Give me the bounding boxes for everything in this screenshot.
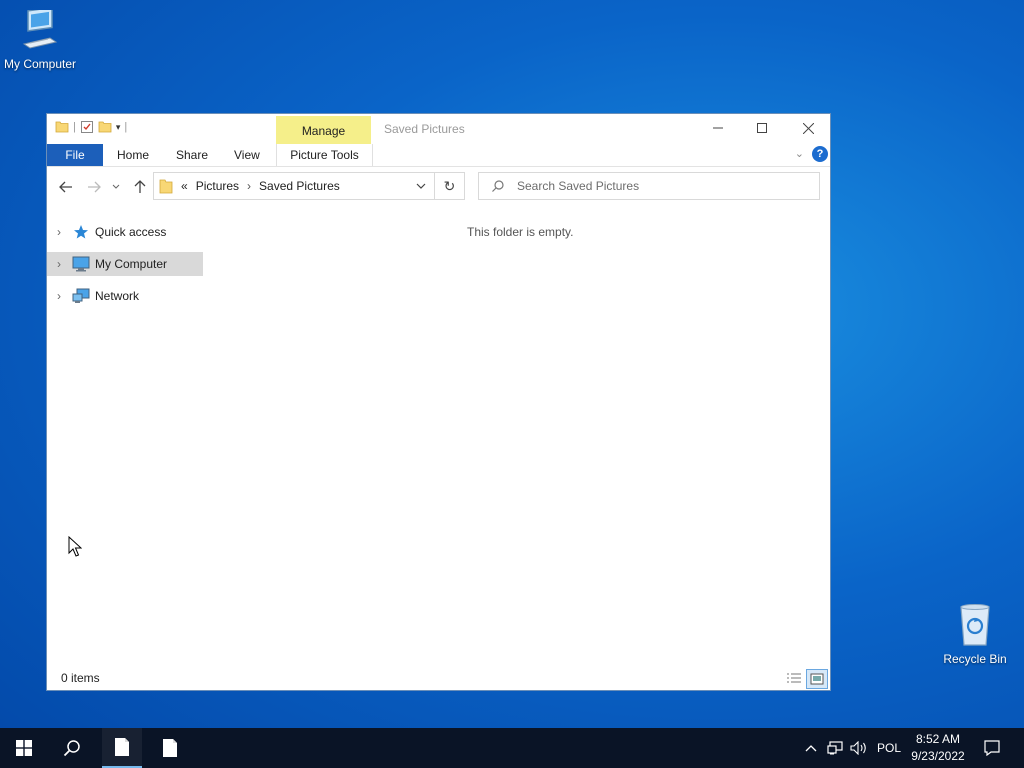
ribbon-tabs: File Home Share View Picture Tools ⌄ ?: [47, 144, 830, 167]
action-center-button[interactable]: [978, 728, 1006, 768]
network-wired-icon: [827, 741, 843, 755]
address-dropdown-icon[interactable]: [416, 179, 426, 193]
clock[interactable]: 8:52 AM 9/23/2022: [906, 731, 970, 765]
mouse-cursor-icon: [68, 536, 82, 557]
taskbar: POL 8:52 AM 9/23/2022: [0, 728, 1024, 768]
nav-item-label: Quick access: [95, 225, 167, 239]
close-icon: [802, 122, 814, 134]
computer-icon: [22, 6, 58, 49]
nav-item-quick-access[interactable]: › Quick access: [47, 220, 207, 244]
network-icon: [71, 287, 91, 305]
folder-icon[interactable]: [55, 120, 69, 134]
details-view-button[interactable]: [784, 669, 804, 687]
close-button[interactable]: [785, 114, 831, 142]
tab-share[interactable]: Share: [176, 144, 208, 166]
navigation-bar: « Pictures › Saved Pictures ↻: [47, 172, 830, 204]
refresh-icon: ↻: [443, 177, 456, 194]
recent-locations-button[interactable]: [109, 172, 123, 202]
desktop-icon-label: Recycle Bin: [943, 652, 1007, 666]
quick-access-toolbar: | ▾ |: [55, 120, 127, 134]
tab-view[interactable]: View: [234, 144, 260, 166]
help-icon[interactable]: ?: [812, 146, 828, 162]
new-folder-icon[interactable]: [98, 120, 112, 134]
recycle-bin-icon: [960, 604, 990, 646]
address-bar[interactable]: « Pictures › Saved Pictures: [153, 172, 435, 200]
empty-folder-message: This folder is empty.: [467, 225, 574, 239]
refresh-button[interactable]: ↻: [435, 172, 465, 200]
nav-item-label: Network: [95, 289, 140, 303]
maximize-icon: [757, 123, 767, 133]
document-icon: [163, 739, 177, 757]
taskbar-app-explorer[interactable]: [102, 728, 142, 768]
chevron-up-icon: [805, 745, 817, 752]
title-bar: | ▾ | Manage Saved Pictures: [47, 114, 830, 144]
large-icons-view-icon: [810, 673, 824, 685]
expand-ribbon-icon[interactable]: ⌄: [795, 147, 804, 160]
input-language-indicator[interactable]: POL: [872, 728, 906, 768]
properties-icon[interactable]: [80, 120, 94, 134]
clock-time: 8:52 AM: [915, 732, 961, 746]
nav-item-my-computer[interactable]: › My Computer: [47, 252, 203, 276]
notification-icon: [984, 740, 1000, 756]
desktop-icon-my-computer[interactable]: My Computer: [0, 6, 80, 71]
maximize-button[interactable]: [739, 114, 785, 142]
forward-button[interactable]: [83, 172, 105, 202]
search-box[interactable]: [478, 172, 820, 200]
window-title: Saved Pictures: [384, 122, 465, 136]
show-hidden-icons-button[interactable]: [802, 728, 820, 768]
large-icons-view-button[interactable]: [806, 669, 828, 689]
clock-date: 9/23/2022: [911, 749, 965, 763]
forward-arrow-icon: [88, 181, 101, 193]
nav-item-label: My Computer: [95, 257, 168, 271]
back-button[interactable]: [55, 172, 77, 202]
desktop-icon-label: My Computer: [3, 57, 77, 71]
breadcrumb-saved-pictures[interactable]: Saved Pictures: [259, 179, 340, 193]
search-button[interactable]: [48, 728, 96, 768]
volume-button[interactable]: [848, 728, 870, 768]
expand-chevron-icon[interactable]: ›: [51, 225, 67, 239]
tab-picture-tools[interactable]: Picture Tools: [276, 144, 373, 166]
search-input[interactable]: [515, 178, 799, 194]
up-arrow-icon: [134, 180, 146, 193]
minimize-button[interactable]: [695, 114, 741, 142]
search-icon: [63, 740, 80, 757]
computer-icon: [71, 255, 91, 273]
expand-chevron-icon[interactable]: ›: [51, 289, 67, 303]
tab-manage[interactable]: Manage: [276, 116, 371, 144]
up-button[interactable]: [129, 172, 151, 202]
taskbar-app-document[interactable]: [150, 728, 190, 768]
minimize-icon: [713, 127, 723, 129]
desktop-icon-recycle-bin[interactable]: Recycle Bin: [935, 603, 1015, 666]
customize-qat-icon[interactable]: ▾: [116, 122, 121, 133]
expand-chevron-icon[interactable]: ›: [51, 257, 67, 271]
folder-icon: [159, 179, 173, 194]
details-view-icon: [787, 673, 801, 683]
item-count: 0 items: [61, 671, 100, 685]
windows-logo-icon: [16, 740, 32, 756]
document-icon: [115, 738, 129, 756]
network-tray-button[interactable]: [824, 728, 846, 768]
breadcrumb-pictures[interactable]: Pictures: [196, 179, 239, 193]
nav-item-network[interactable]: › Network: [47, 284, 207, 308]
navigation-pane: › Quick access › My Computer › Network: [47, 220, 207, 316]
volume-icon: [850, 741, 866, 755]
status-bar: 0 items: [47, 666, 830, 690]
explorer-window: | ▾ | Manage Saved Pictures File Home Sh…: [46, 113, 831, 691]
tab-home[interactable]: Home: [117, 144, 149, 166]
search-icon: [492, 180, 504, 192]
breadcrumb-separator-icon[interactable]: ›: [247, 179, 251, 193]
tab-file[interactable]: File: [47, 144, 103, 166]
chevron-down-icon: [112, 184, 120, 189]
start-button[interactable]: [0, 728, 48, 768]
star-icon: [71, 223, 91, 241]
back-arrow-icon: [59, 181, 72, 193]
address-overflow[interactable]: «: [181, 179, 188, 193]
